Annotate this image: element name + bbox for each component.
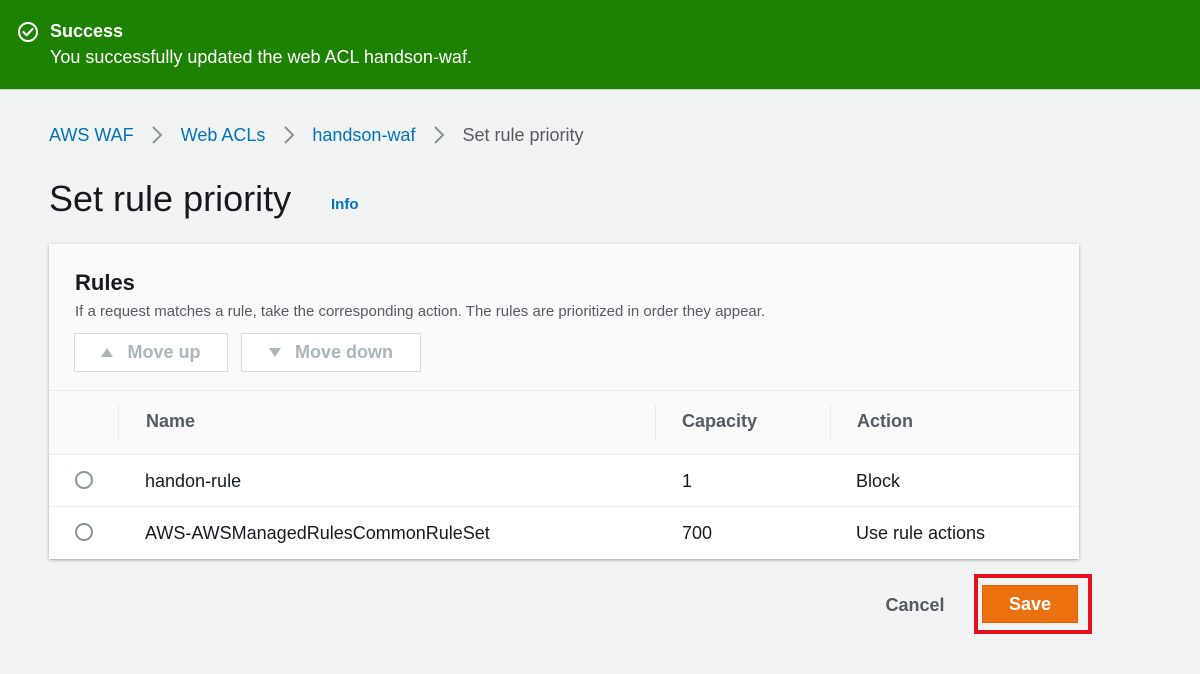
table-row[interactable]: handon-rule 1 Block bbox=[49, 455, 1079, 507]
caret-down-icon bbox=[269, 348, 281, 357]
column-header-action[interactable]: Action bbox=[857, 411, 913, 432]
check-circle-icon bbox=[17, 21, 39, 43]
breadcrumb-aws-waf[interactable]: AWS WAF bbox=[49, 125, 134, 146]
rules-panel-header: Rules If a request matches a rule, take … bbox=[49, 244, 1079, 391]
save-button[interactable]: Save bbox=[982, 585, 1078, 623]
rules-description: If a request matches a rule, take the co… bbox=[75, 303, 766, 320]
cancel-button[interactable]: Cancel bbox=[872, 593, 958, 618]
chevron-right-icon bbox=[134, 126, 181, 144]
column-header-name[interactable]: Name bbox=[146, 411, 195, 432]
success-flash-banner: Success You successfully updated the web… bbox=[0, 0, 1200, 90]
flash-title: Success bbox=[50, 21, 124, 41]
breadcrumb-handson-waf[interactable]: handson-waf bbox=[312, 125, 415, 146]
row-select-radio[interactable] bbox=[75, 523, 93, 541]
page-title: Set rule priority bbox=[49, 178, 292, 219]
rules-panel: Rules If a request matches a rule, take … bbox=[49, 244, 1079, 559]
move-up-label: Move up bbox=[127, 342, 201, 362]
info-link[interactable]: Info bbox=[331, 196, 359, 213]
rule-name: AWS-AWSManagedRulesCommonRuleSet bbox=[145, 523, 490, 543]
flash-message: You successfully updated the web ACL han… bbox=[50, 47, 472, 67]
rules-table-header: Name Capacity Action bbox=[49, 391, 1079, 455]
breadcrumb-web-acls[interactable]: Web ACLs bbox=[181, 125, 266, 146]
breadcrumb-current: Set rule priority bbox=[462, 124, 584, 145]
column-divider bbox=[830, 404, 831, 440]
column-header-capacity[interactable]: Capacity bbox=[682, 411, 757, 432]
breadcrumb: AWS WAF Web ACLs handson-waf Set rule pr… bbox=[49, 124, 584, 146]
move-up-button[interactable]: Move up bbox=[74, 333, 228, 372]
rule-action: Use rule actions bbox=[856, 523, 986, 543]
row-select-radio[interactable] bbox=[75, 471, 93, 489]
move-down-label: Move down bbox=[295, 342, 393, 362]
caret-up-icon bbox=[101, 348, 114, 357]
column-divider bbox=[118, 404, 119, 440]
move-down-button[interactable]: Move down bbox=[241, 333, 421, 372]
flash-divider bbox=[0, 89, 1200, 90]
chevron-right-icon bbox=[415, 126, 462, 144]
rule-capacity: 1 bbox=[682, 471, 693, 491]
rule-action: Block bbox=[856, 471, 901, 491]
rule-name: handon-rule bbox=[145, 471, 242, 491]
column-divider bbox=[655, 404, 656, 440]
table-row[interactable]: AWS-AWSManagedRulesCommonRuleSet 700 Use… bbox=[49, 507, 1079, 559]
rules-title: Rules bbox=[75, 270, 135, 295]
rule-capacity: 700 bbox=[682, 523, 713, 543]
chevron-right-icon bbox=[265, 126, 312, 144]
